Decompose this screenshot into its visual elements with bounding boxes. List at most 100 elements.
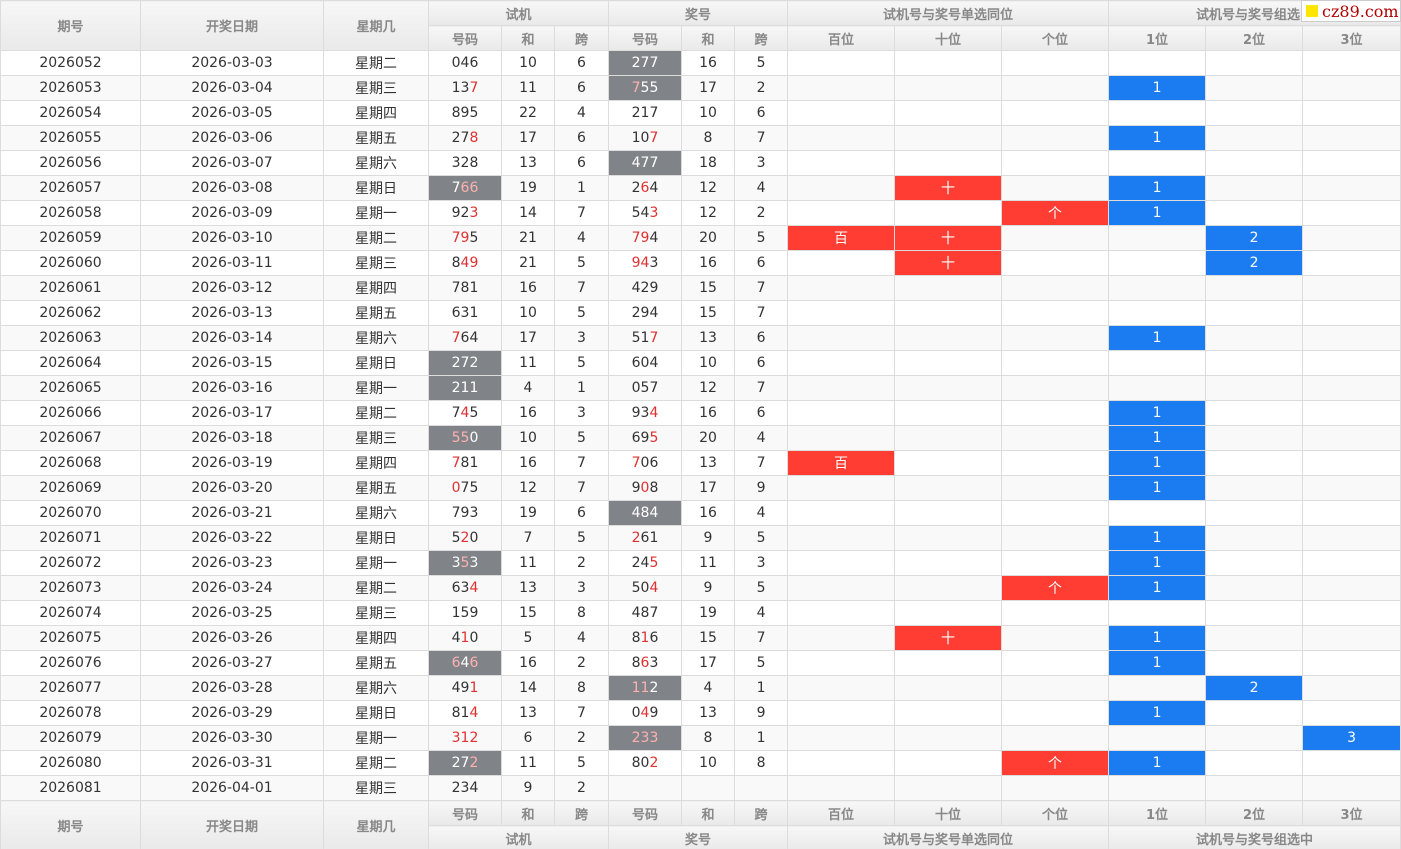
- digit: 1: [649, 530, 659, 546]
- col-prize-span: 跨: [734, 25, 789, 51]
- units-match-cell: [1001, 650, 1110, 676]
- digit: 2: [451, 130, 461, 146]
- table-row: 2026060 2026-03-11 星期三 849 21 5 943 16 6 十 2: [0, 250, 1401, 276]
- digit: 2: [631, 180, 641, 196]
- pos3-match-cell: [1302, 200, 1401, 226]
- prize-number-cell: 294: [608, 300, 683, 326]
- digit: 6: [631, 355, 641, 371]
- test-sum-cell: 16: [501, 650, 555, 676]
- date-cell: 2026-03-07: [140, 150, 324, 176]
- prize-number-cell: 477: [608, 150, 683, 176]
- test-number-cell: 353: [428, 550, 502, 576]
- pos3-match-cell: [1302, 150, 1401, 176]
- test-span-cell: 6: [553, 125, 610, 151]
- weekday-cell: 星期二: [323, 575, 429, 601]
- tens-match-cell: 十: [894, 250, 1003, 276]
- pos3-match-cell: [1302, 225, 1401, 251]
- prize-span-cell: 9: [734, 700, 789, 726]
- pos1-match-cell: [1108, 250, 1207, 276]
- pos3-match-cell: [1302, 125, 1401, 151]
- period-cell: 2026072: [0, 550, 141, 576]
- test-span-cell: 6: [553, 75, 610, 101]
- period-cell: 2026057: [0, 175, 141, 201]
- units-match-cell: [1001, 525, 1110, 551]
- digit: 5: [469, 105, 479, 121]
- digit: 8: [631, 630, 641, 646]
- test-number-cell: 272: [428, 350, 502, 376]
- period-cell: 2026073: [0, 575, 141, 601]
- prize-span-cell: 6: [734, 350, 789, 376]
- pos3-match-cell: [1302, 550, 1401, 576]
- table-row: 2026062 2026-03-13 星期五 631 10 5 294 15 7: [0, 300, 1401, 326]
- digit: 8: [631, 755, 641, 771]
- test-sum-cell: 9: [501, 775, 555, 801]
- test-span-cell: 7: [553, 200, 610, 226]
- test-sum-cell: 13: [501, 150, 555, 176]
- digit: 4: [469, 780, 479, 796]
- prize-number-cell: 695: [608, 425, 683, 451]
- digit: 7: [649, 55, 659, 71]
- hundreds-match-cell: [787, 275, 896, 301]
- col-period: 期号: [0, 0, 141, 51]
- hundreds-match-cell: [787, 600, 896, 626]
- table-row: 2026079 2026-03-30 星期一 312 6 2 233 8 1 3: [0, 725, 1401, 751]
- prize-number-cell: 934: [608, 400, 683, 426]
- digit: 3: [469, 555, 479, 571]
- pos3-match-cell: [1302, 600, 1401, 626]
- digit: 8: [451, 705, 461, 721]
- pos2-match-cell: [1205, 750, 1304, 776]
- table-row: 2026061 2026-03-12 星期四 781 16 7 429 15 7: [0, 275, 1401, 301]
- digit: 4: [469, 705, 479, 721]
- foot-test-num: 号码: [428, 800, 502, 826]
- digit: 3: [451, 730, 461, 746]
- pos2-match-cell: [1205, 575, 1304, 601]
- date-cell: 2026-03-29: [140, 700, 324, 726]
- units-match-cell: [1001, 675, 1110, 701]
- prize-span-cell: 4: [734, 500, 789, 526]
- watermark-text: cz89.com: [1322, 1, 1399, 21]
- hundreds-match-cell: [787, 550, 896, 576]
- test-sum-cell: 12: [501, 475, 555, 501]
- hundreds-match-cell: [787, 750, 896, 776]
- digit: 8: [469, 130, 479, 146]
- test-sum-cell: 16: [501, 400, 555, 426]
- prize-span-cell: 4: [734, 175, 789, 201]
- test-number-cell: 410: [428, 625, 502, 651]
- pos2-match-cell: [1205, 350, 1304, 376]
- pos1-match-cell: 1: [1108, 200, 1207, 226]
- test-number-cell: 781: [428, 450, 502, 476]
- hundreds-match-cell: [787, 525, 896, 551]
- foot-group-test: 试机: [427, 825, 610, 849]
- pos1-match-cell: 1: [1108, 400, 1207, 426]
- prize-span-cell: 3: [734, 150, 789, 176]
- table-row: 2026072 2026-03-23 星期一 353 11 2 245 11 3 1: [0, 550, 1401, 576]
- period-cell: 2026081: [0, 775, 141, 801]
- pos2-match-cell: [1205, 150, 1304, 176]
- tens-match-cell: [894, 675, 1003, 701]
- units-match-cell: [1001, 300, 1110, 326]
- pos2-match-cell: [1205, 775, 1304, 801]
- tens-match-cell: [894, 475, 1003, 501]
- weekday-cell: 星期六: [323, 675, 429, 701]
- digit: 5: [631, 205, 641, 221]
- hundreds-match-cell: [787, 775, 896, 801]
- units-match-cell: [1001, 250, 1110, 276]
- pos3-match-cell: [1302, 525, 1401, 551]
- digit: 5: [649, 80, 659, 96]
- prize-number-cell: 517: [608, 325, 683, 351]
- digit: 5: [451, 530, 461, 546]
- pos2-match-cell: [1205, 375, 1304, 401]
- digit: 9: [631, 480, 641, 496]
- date-cell: 2026-03-31: [140, 750, 324, 776]
- hundreds-match-cell: [787, 675, 896, 701]
- units-match-cell: [1001, 50, 1110, 76]
- test-number-cell: 550: [428, 425, 502, 451]
- pos3-match-cell: [1302, 775, 1401, 801]
- tens-match-cell: [894, 600, 1003, 626]
- test-sum-cell: 10: [501, 300, 555, 326]
- digit: 4: [649, 180, 659, 196]
- hundreds-match-cell: [787, 75, 896, 101]
- digit: 5: [649, 430, 659, 446]
- digit: 7: [631, 230, 641, 246]
- table-row: 2026054 2026-03-05 星期四 895 22 4 217 10 6: [0, 100, 1401, 126]
